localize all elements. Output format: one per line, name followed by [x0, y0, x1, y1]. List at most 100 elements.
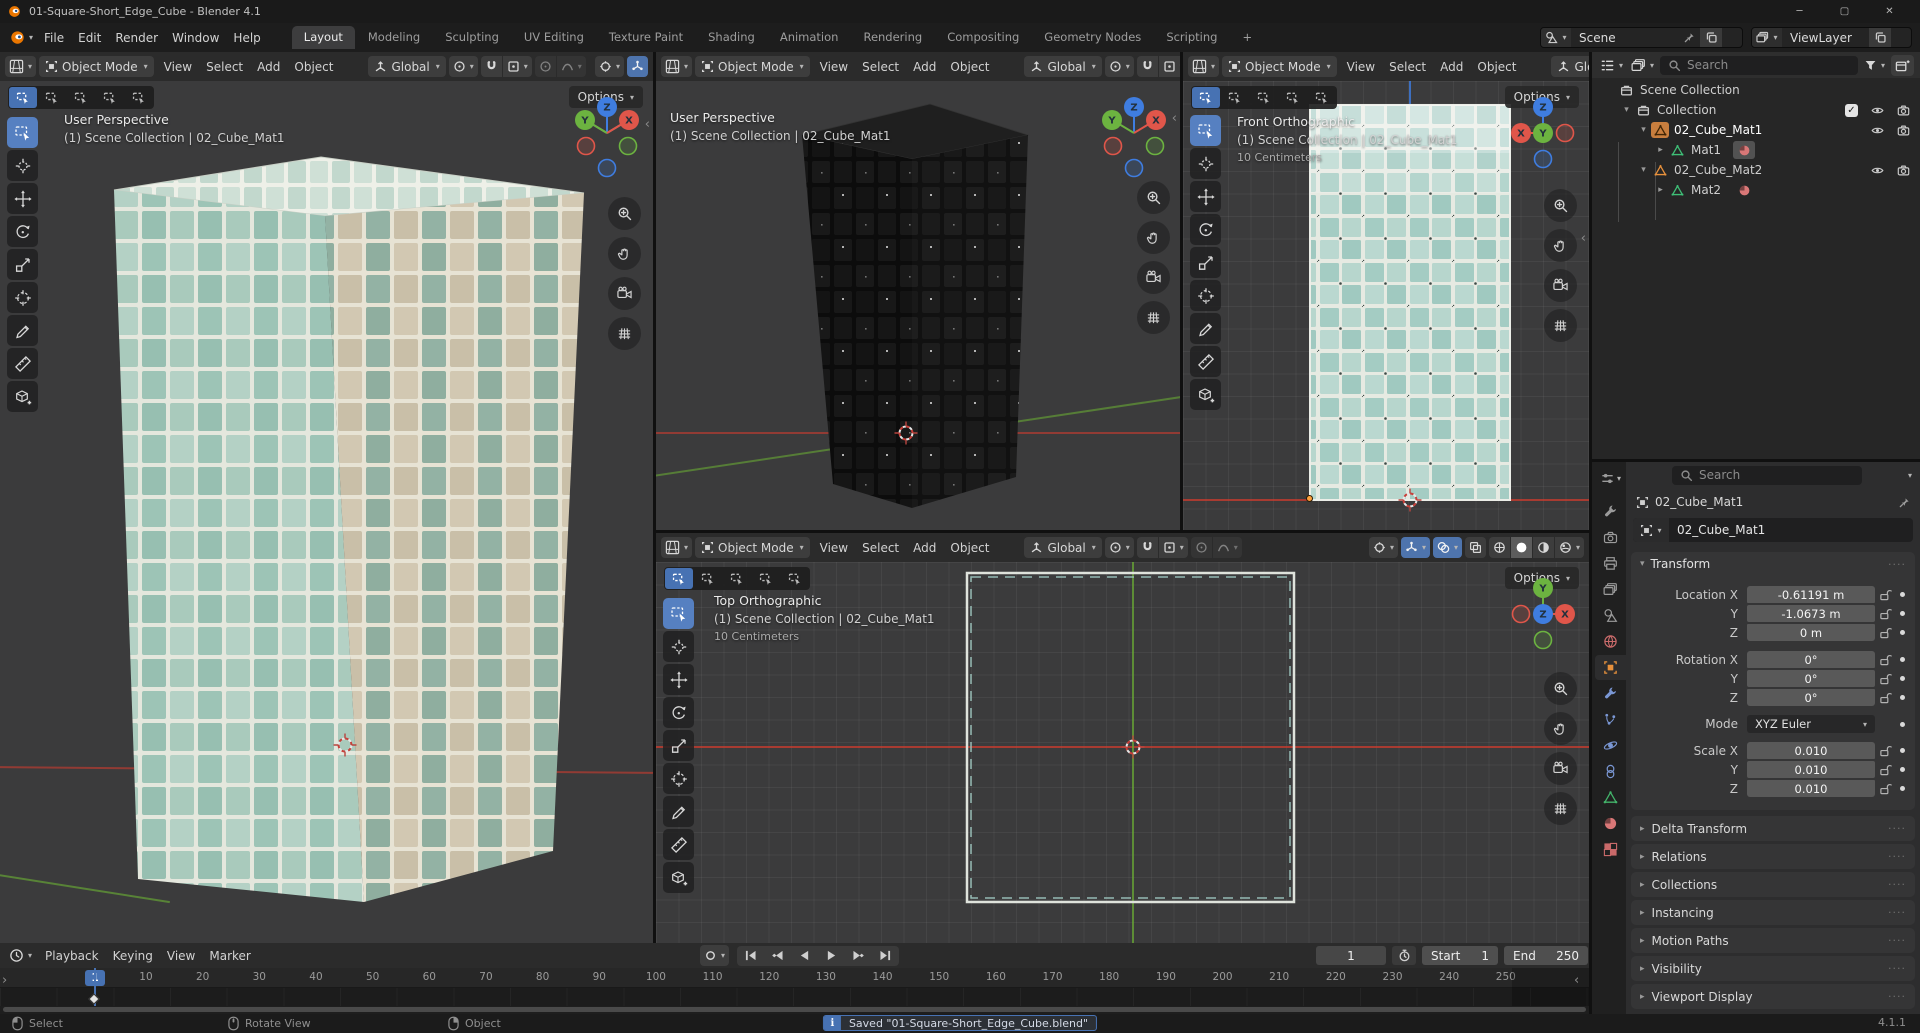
- menu-object[interactable]: Object: [943, 538, 996, 558]
- panel-grip[interactable]: ····: [1888, 822, 1906, 835]
- menu-file[interactable]: File: [37, 28, 71, 48]
- show-gizmo-toggle[interactable]: ▾: [1400, 537, 1430, 558]
- viewport-canvas[interactable]: Options ▾ Front Orthographic (1) Scene Co…: [1183, 81, 1589, 530]
- snap-toggle[interactable]: [1136, 56, 1158, 77]
- tool-add-cube-button[interactable]: [1190, 379, 1221, 410]
- object-visibility-button[interactable]: ▾: [1368, 537, 1398, 558]
- select-mode-button-1[interactable]: [665, 568, 693, 589]
- menu-marker[interactable]: Marker: [202, 946, 257, 966]
- outliner-search-input[interactable]: Search: [1660, 55, 1858, 75]
- viewport-canvas[interactable]: User Perspective (1) Scene Collection | …: [656, 81, 1180, 530]
- editor-type-button[interactable]: ▾: [1188, 56, 1220, 77]
- menu-select[interactable]: Select: [855, 538, 906, 558]
- select-mode-button-2[interactable]: [1221, 87, 1249, 108]
- tool-measure-button[interactable]: [7, 348, 38, 379]
- object-visibility-button[interactable]: ▾: [594, 56, 624, 77]
- menu-add[interactable]: Add: [1433, 57, 1470, 77]
- region-collapse-chevron[interactable]: ‹: [645, 117, 650, 132]
- select-mode-button-2[interactable]: [38, 87, 66, 108]
- select-mode-button-4[interactable]: [752, 568, 780, 589]
- mode-selector[interactable]: Object Mode ▾: [39, 56, 154, 77]
- show-gizmo-toggle[interactable]: [627, 56, 648, 77]
- workspace-tab-geometry-nodes[interactable]: Geometry Nodes: [1032, 26, 1153, 49]
- lock-button[interactable]: [1875, 589, 1895, 601]
- tool-select-box-button[interactable]: [7, 117, 38, 148]
- nav-camera-button[interactable]: [608, 277, 641, 310]
- animate-dot[interactable]: [1895, 657, 1909, 662]
- select-mode-button-1[interactable]: [1192, 87, 1220, 108]
- playback-prev-key-button[interactable]: [764, 946, 791, 966]
- menu-add[interactable]: Add: [906, 538, 943, 558]
- tool-transform-button[interactable]: [7, 282, 38, 313]
- workspace-tab-item[interactable]: +: [1230, 26, 1264, 49]
- menu-edit[interactable]: Edit: [71, 28, 108, 48]
- timeline-tracks[interactable]: [0, 988, 1589, 1006]
- tool-annotate-button[interactable]: [1190, 313, 1221, 344]
- nav-pan-button[interactable]: [1544, 229, 1577, 262]
- menu-keying[interactable]: Keying: [106, 946, 160, 966]
- menu-object[interactable]: Object: [287, 57, 340, 77]
- editor-type-button[interactable]: ▾: [661, 56, 693, 77]
- new-collection-button[interactable]: [1891, 54, 1914, 76]
- menu-render[interactable]: Render: [108, 28, 165, 48]
- panel-grip[interactable]: ····: [1888, 962, 1906, 975]
- workspace-tab-uv-editing[interactable]: UV Editing: [512, 26, 596, 49]
- orientation-selector[interactable]: Global▾: [368, 56, 446, 77]
- viewport-front-orthographic[interactable]: ▾ Object Mode▾ ViewSelectAddObject Globa…: [1183, 52, 1589, 530]
- nav-pan-button[interactable]: [608, 237, 641, 270]
- orientation-selector[interactable]: Global▾: [1024, 537, 1102, 558]
- breadcrumb-object-name[interactable]: 02_Cube_Mat1: [1655, 495, 1743, 509]
- select-mode-button-3[interactable]: [723, 568, 751, 589]
- animate-dot[interactable]: [1895, 630, 1909, 635]
- expander-icon[interactable]: ▾: [1636, 125, 1651, 135]
- snap-settings[interactable]: ▾: [1158, 537, 1188, 558]
- panel-viewport-display[interactable]: ▸ Viewport Display ····: [1631, 984, 1915, 1009]
- rotation-value-field[interactable]: 0°: [1747, 689, 1875, 706]
- outliner-item-mat1[interactable]: ▸ Mat1: [1592, 140, 1920, 160]
- properties-options-button[interactable]: ▾: [1908, 471, 1912, 480]
- menu-select[interactable]: Select: [1382, 57, 1433, 77]
- panel-visibility[interactable]: ▸ Visibility ····: [1631, 956, 1915, 981]
- lock-button[interactable]: [1875, 654, 1895, 666]
- snap-settings[interactable]: ▾: [1158, 56, 1180, 77]
- workspace-tab-animation[interactable]: Animation: [768, 26, 851, 49]
- app-menu-button[interactable]: ▾: [6, 27, 37, 48]
- tool-move-button[interactable]: [663, 664, 694, 695]
- select-mode-button-5[interactable]: [125, 87, 153, 108]
- tool-transform-button[interactable]: [1190, 280, 1221, 311]
- mode-selector[interactable]: Object Mode ▾: [695, 56, 810, 77]
- outliner-item-scene-collection[interactable]: Scene Collection: [1592, 80, 1920, 100]
- viewlayer-name[interactable]: ViewLayer: [1782, 28, 1868, 47]
- tool-transform-button[interactable]: [663, 763, 694, 794]
- workspace-tab-layout[interactable]: Layout: [291, 26, 355, 49]
- editor-type-button[interactable]: ▾: [1598, 55, 1625, 76]
- select-mode-button-4[interactable]: [1279, 87, 1307, 108]
- viewport-canvas[interactable]: Options ▾ Top Orthographic (1) Scene Coll…: [656, 562, 1589, 943]
- properties-tab-data[interactable]: [1595, 785, 1626, 810]
- display-mode-button[interactable]: ▾: [1629, 55, 1656, 76]
- select-mode-button-3[interactable]: [1250, 87, 1278, 108]
- rotation-mode-dropdown[interactable]: XYZ Euler ▾: [1747, 715, 1875, 733]
- mode-selector[interactable]: Object Mode ▾: [695, 537, 810, 558]
- menu-view[interactable]: View: [160, 946, 202, 966]
- tool-scale-button[interactable]: [1190, 247, 1221, 278]
- expander-icon[interactable]: ▾: [1619, 105, 1634, 115]
- region-expand-chevron[interactable]: ›: [2, 973, 7, 988]
- menu-object[interactable]: Object: [1470, 57, 1523, 77]
- properties-tab-material[interactable]: [1595, 811, 1626, 836]
- editor-type-button[interactable]: ▾: [5, 56, 37, 77]
- scale-value-field[interactable]: 0.010: [1747, 742, 1875, 759]
- tool-rotate-button[interactable]: [663, 697, 694, 728]
- tool-scale-button[interactable]: [663, 730, 694, 761]
- navigation-gizmo[interactable]: Z Y X: [569, 93, 645, 179]
- properties-tab-render[interactable]: [1595, 525, 1626, 550]
- scale-value-field[interactable]: 0.010: [1747, 761, 1875, 778]
- menu-view[interactable]: View: [813, 57, 855, 77]
- camera-toggle[interactable]: [1897, 124, 1910, 137]
- properties-tab-output[interactable]: [1595, 551, 1626, 576]
- panel-collections[interactable]: ▸ Collections ····: [1631, 872, 1915, 897]
- tool-annotate-button[interactable]: [663, 796, 694, 827]
- select-mode-button-2[interactable]: [694, 568, 722, 589]
- playback-play-back-button[interactable]: [791, 946, 818, 966]
- proportional-edit-toggle[interactable]: [534, 56, 556, 77]
